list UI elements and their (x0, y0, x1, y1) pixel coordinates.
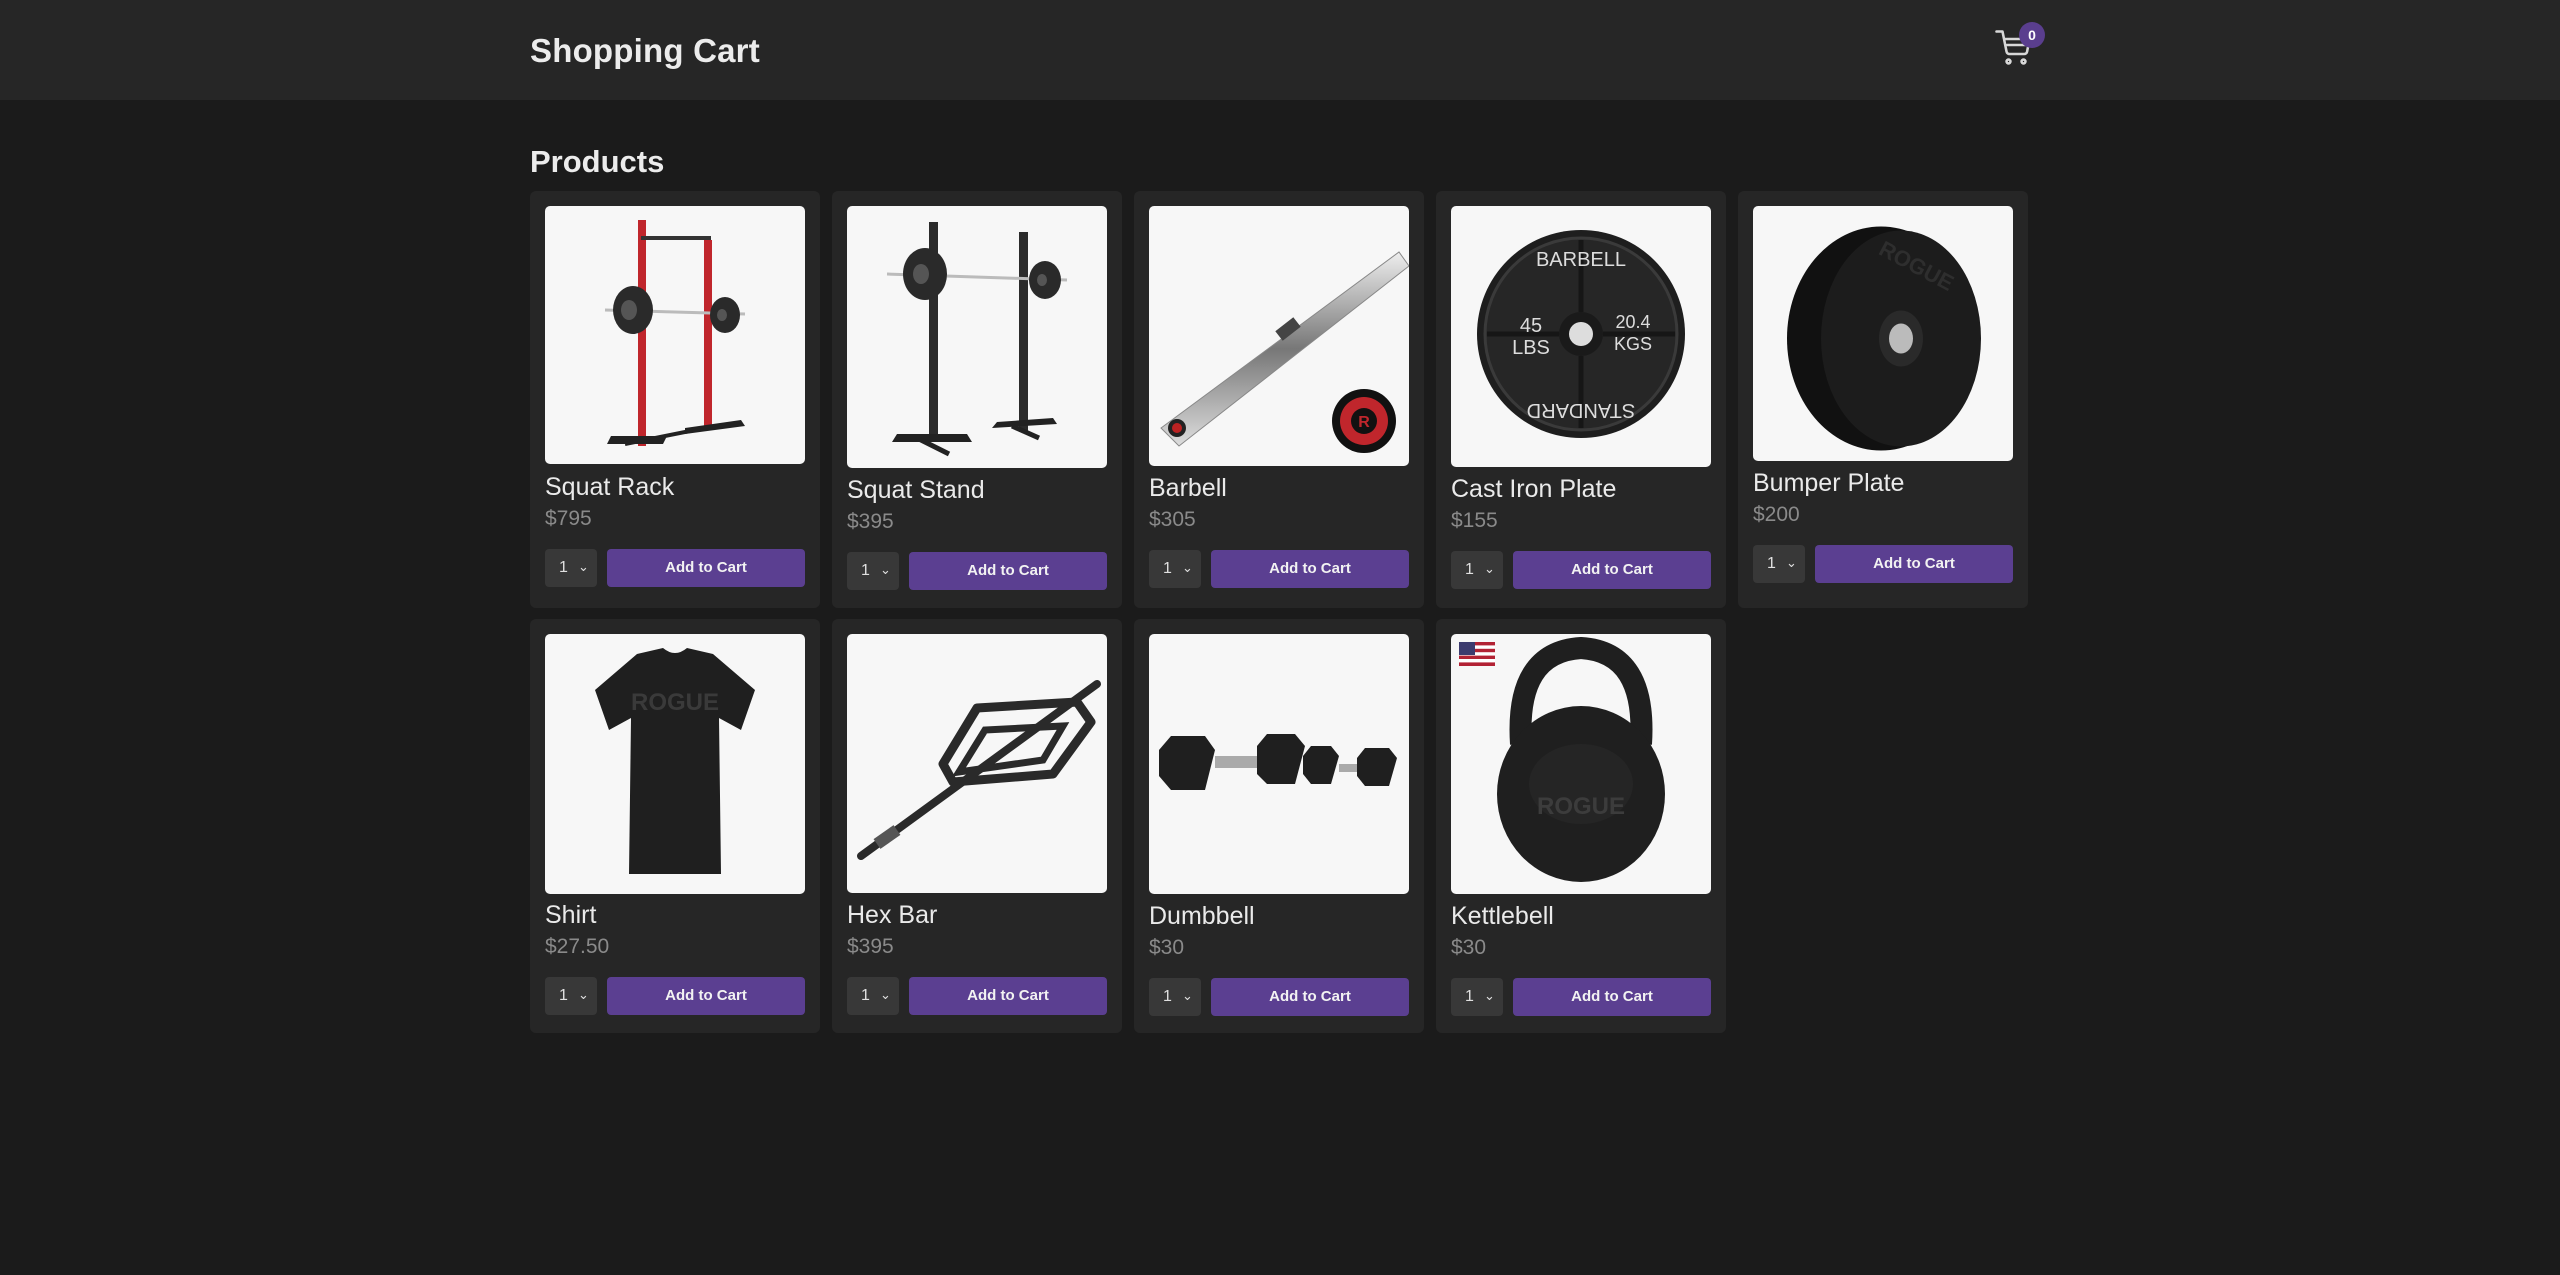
squat-stand-image (847, 206, 1107, 468)
quantity-select[interactable]: 1 ⌄ (847, 552, 899, 590)
product-price: $305 (1149, 508, 1196, 531)
add-to-cart-button[interactable]: Add to Cart (607, 549, 805, 587)
quantity-value: 1 (1465, 561, 1474, 578)
quantity-value: 1 (1465, 988, 1474, 1005)
chevron-down-icon: ⌄ (1786, 555, 1797, 570)
add-to-cart-button[interactable]: Add to Cart (1211, 550, 1409, 588)
product-name: Cast Iron Plate (1451, 475, 1617, 503)
product-card-shirt: ROGUE Shirt $27.50 1 ⌄ Add to Cart (530, 619, 820, 1033)
barbell-image: R (1149, 206, 1409, 466)
products-heading: Products (530, 144, 665, 179)
product-price: $27.50 (545, 935, 610, 958)
cart-button[interactable]: 0 (1995, 22, 2055, 70)
quantity-select[interactable]: 1 ⌄ (1753, 545, 1805, 583)
chevron-down-icon: ⌄ (1484, 988, 1495, 1003)
product-card-squat-stand: Squat Stand $395 1 ⌄ Add to Cart (832, 191, 1122, 608)
plate-left-text-2: LBS (1512, 337, 1550, 359)
quantity-value: 1 (1163, 560, 1172, 577)
bumper-plate-image: ROGUE (1753, 206, 2013, 461)
product-price: $795 (545, 507, 592, 530)
quantity-value: 1 (861, 987, 870, 1004)
product-card-bumper-plate: ROGUE Bumper Plate $200 1 ⌄ Add to Cart (1738, 191, 2028, 608)
quantity-select[interactable]: 1 ⌄ (545, 549, 597, 587)
quantity-select[interactable]: 1 ⌄ (1149, 978, 1201, 1016)
product-card-kettlebell: ROGUE Kettlebell $30 1 ⌄ Add to Cart (1436, 619, 1726, 1033)
product-card-squat-rack: Squat Rack $795 1 ⌄ Add to Cart (530, 191, 820, 608)
header-inner: Shopping Cart 0 (530, 0, 2045, 100)
quantity-value: 1 (1767, 555, 1776, 572)
add-to-cart-button[interactable]: Add to Cart (1815, 545, 2013, 583)
add-to-cart-button[interactable]: Add to Cart (909, 552, 1107, 590)
product-price: $155 (1451, 509, 1498, 532)
product-name: Kettlebell (1451, 902, 1554, 930)
plate-bottom-text: STANDARD (1527, 399, 1636, 421)
plate-top-text: BARBELL (1536, 249, 1626, 271)
quantity-select[interactable]: 1 ⌄ (1451, 978, 1503, 1016)
add-to-cart-button[interactable]: Add to Cart (1513, 978, 1711, 1016)
cart-count-badge: 0 (2019, 22, 2045, 48)
product-name: Barbell (1149, 474, 1227, 502)
quantity-value: 1 (559, 987, 568, 1004)
plate-left-text-1: 45 (1520, 315, 1542, 337)
add-to-cart-button[interactable]: Add to Cart (1513, 551, 1711, 589)
top-header: Shopping Cart 0 (0, 0, 2560, 100)
chevron-down-icon: ⌄ (880, 987, 891, 1002)
kettlebell-brand-text: ROGUE (1537, 793, 1625, 820)
kettlebell-image: ROGUE (1451, 634, 1711, 894)
product-name: Shirt (545, 901, 597, 929)
dumbbell-image (1149, 634, 1409, 894)
cast-iron-plate-image: BARBELL STANDARD 45 LBS 20.4 KGS (1451, 206, 1711, 467)
product-price: $395 (847, 935, 894, 958)
chevron-down-icon: ⌄ (880, 562, 891, 577)
chevron-down-icon: ⌄ (1182, 560, 1193, 575)
chevron-down-icon: ⌄ (578, 559, 589, 574)
product-name: Squat Rack (545, 473, 675, 501)
add-to-cart-button[interactable]: Add to Cart (607, 977, 805, 1015)
add-to-cart-button[interactable]: Add to Cart (909, 977, 1107, 1015)
product-name: Dumbbell (1149, 902, 1255, 930)
product-name: Bumper Plate (1753, 469, 1905, 497)
product-name: Squat Stand (847, 476, 985, 504)
app-title: Shopping Cart (530, 32, 760, 69)
product-card-dumbbell: Dumbbell $30 1 ⌄ Add to Cart (1134, 619, 1424, 1033)
product-price: $30 (1451, 936, 1487, 959)
us-flag-icon (1459, 642, 1495, 666)
chevron-down-icon: ⌄ (578, 987, 589, 1002)
product-card-hex-bar: Hex Bar $395 1 ⌄ Add to Cart (832, 619, 1122, 1033)
shirt-image: ROGUE (545, 634, 805, 894)
quantity-value: 1 (559, 559, 568, 576)
quantity-value: 1 (861, 562, 870, 579)
plate-right-text-2: KGS (1614, 334, 1652, 354)
product-price: $200 (1753, 503, 1800, 526)
product-name: Hex Bar (847, 901, 938, 929)
quantity-value: 1 (1163, 988, 1172, 1005)
product-card-barbell: R Barbell $305 1 ⌄ Add to Cart (1134, 191, 1424, 608)
squat-rack-image (545, 206, 805, 464)
add-to-cart-button[interactable]: Add to Cart (1211, 978, 1409, 1016)
product-card-cast-iron-plate: BARBELL STANDARD 45 LBS 20.4 KGS Cast Ir… (1436, 191, 1726, 608)
svg-text:R: R (1358, 414, 1370, 431)
quantity-select[interactable]: 1 ⌄ (847, 977, 899, 1015)
chevron-down-icon: ⌄ (1484, 561, 1495, 576)
quantity-select[interactable]: 1 ⌄ (1149, 550, 1201, 588)
quantity-select[interactable]: 1 ⌄ (1451, 551, 1503, 589)
chevron-down-icon: ⌄ (1182, 988, 1193, 1003)
product-price: $30 (1149, 936, 1185, 959)
product-price: $395 (847, 510, 894, 533)
quantity-select[interactable]: 1 ⌄ (545, 977, 597, 1015)
shirt-brand-text: ROGUE (631, 689, 719, 716)
hex-bar-image (847, 634, 1107, 893)
plate-right-text-1: 20.4 (1615, 312, 1650, 332)
